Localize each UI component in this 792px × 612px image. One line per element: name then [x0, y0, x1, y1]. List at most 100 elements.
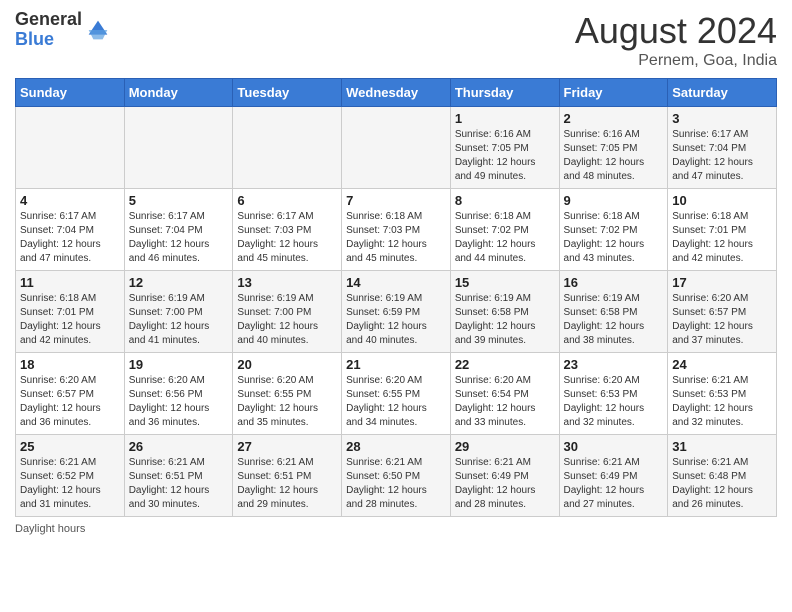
calendar-cell: 27 Sunrise: 6:21 AM Sunset: 6:51 PM Dayli… — [233, 435, 342, 517]
day-number: 30 — [564, 439, 664, 454]
day-number: 15 — [455, 275, 555, 290]
day-number: 29 — [455, 439, 555, 454]
logo: General Blue — [15, 10, 112, 50]
calendar-cell: 26 Sunrise: 6:21 AM Sunset: 6:51 PM Dayli… — [124, 435, 233, 517]
day-info: Sunrise: 6:20 AM Sunset: 6:55 PM Dayligh… — [237, 374, 337, 430]
calendar-cell: 31Sunrise: 6:21 AM Sunset: 6:48 PM Dayli… — [668, 435, 777, 517]
main-title: August 2024 — [575, 10, 777, 52]
subtitle: Pernem, Goa, India — [575, 52, 777, 70]
calendar-cell: 14Sunrise: 6:19 AM Sunset: 6:59 PM Dayli… — [342, 271, 451, 353]
calendar-header-row: SundayMondayTuesdayWednesdayThursdayFrid… — [16, 79, 777, 107]
calendar-cell: 17 Sunrise: 6:20 AM Sunset: 6:57 PM Dayli… — [668, 271, 777, 353]
day-number: 24 — [672, 357, 772, 372]
calendar-cell: 15 Sunrise: 6:19 AM Sunset: 6:58 PM Dayli… — [450, 271, 559, 353]
calendar-week-row: 1Sunrise: 6:16 AM Sunset: 7:05 PM Daylig… — [16, 107, 777, 189]
page-header: General Blue August 2024 Pernem, Goa, In… — [15, 10, 777, 70]
logo-general: General — [15, 10, 82, 30]
calendar-cell: 19 Sunrise: 6:20 AM Sunset: 6:56 PM Dayli… — [124, 353, 233, 435]
day-info: Sunrise: 6:18 AM Sunset: 7:01 PM Dayligh… — [20, 292, 120, 348]
day-info: Sunrise: 6:20 AM Sunset: 6:57 PM Dayligh… — [20, 374, 120, 430]
day-number: 17 — [672, 275, 772, 290]
day-info: Sunrise: 6:18 AM Sunset: 7:02 PM Dayligh… — [564, 210, 664, 266]
logo-blue: Blue — [15, 30, 82, 50]
day-number: 12 — [129, 275, 229, 290]
day-info: Sunrise: 6:18 AM Sunset: 7:03 PM Dayligh… — [346, 210, 446, 266]
daylight-hours-label: Daylight hours — [15, 523, 85, 535]
day-number: 7 — [346, 193, 446, 208]
day-number: 2 — [564, 111, 664, 126]
day-number: 21 — [346, 357, 446, 372]
calendar-day-header: Thursday — [450, 79, 559, 107]
day-number: 3 — [672, 111, 772, 126]
day-info: Sunrise: 6:17 AM Sunset: 7:04 PM Dayligh… — [129, 210, 229, 266]
day-info: Sunrise: 6:21 AM Sunset: 6:52 PM Dayligh… — [20, 456, 120, 512]
calendar-cell: 2Sunrise: 6:16 AM Sunset: 7:05 PM Daylig… — [559, 107, 668, 189]
day-info: Sunrise: 6:20 AM Sunset: 6:57 PM Dayligh… — [672, 292, 772, 348]
calendar-cell: 13 Sunrise: 6:19 AM Sunset: 7:00 PM Dayli… — [233, 271, 342, 353]
calendar-cell: 28 Sunrise: 6:21 AM Sunset: 6:50 PM Dayli… — [342, 435, 451, 517]
day-info: Sunrise: 6:17 AM Sunset: 7:04 PM Dayligh… — [672, 128, 772, 184]
day-number: 16 — [564, 275, 664, 290]
day-info: Sunrise: 6:17 AM Sunset: 7:04 PM Dayligh… — [20, 210, 120, 266]
calendar-day-header: Monday — [124, 79, 233, 107]
day-info: Sunrise: 6:21 AM Sunset: 6:51 PM Dayligh… — [129, 456, 229, 512]
calendar-day-header: Sunday — [16, 79, 125, 107]
day-number: 27 — [237, 439, 337, 454]
day-number: 19 — [129, 357, 229, 372]
logo-icon — [84, 16, 112, 44]
day-info: Sunrise: 6:17 AM Sunset: 7:03 PM Dayligh… — [237, 210, 337, 266]
calendar-cell: 3 Sunrise: 6:17 AM Sunset: 7:04 PM Daylig… — [668, 107, 777, 189]
calendar-cell: 23Sunrise: 6:20 AM Sunset: 6:53 PM Dayli… — [559, 353, 668, 435]
day-info: Sunrise: 6:20 AM Sunset: 6:55 PM Dayligh… — [346, 374, 446, 430]
calendar-cell: 11 Sunrise: 6:18 AM Sunset: 7:01 PM Dayli… — [16, 271, 125, 353]
calendar-week-row: 11 Sunrise: 6:18 AM Sunset: 7:01 PM Dayli… — [16, 271, 777, 353]
day-number: 11 — [20, 275, 120, 290]
calendar-cell: 29Sunrise: 6:21 AM Sunset: 6:49 PM Dayli… — [450, 435, 559, 517]
day-number: 4 — [20, 193, 120, 208]
day-number: 20 — [237, 357, 337, 372]
day-info: Sunrise: 6:18 AM Sunset: 7:01 PM Dayligh… — [672, 210, 772, 266]
calendar-cell: 1Sunrise: 6:16 AM Sunset: 7:05 PM Daylig… — [450, 107, 559, 189]
day-info: Sunrise: 6:21 AM Sunset: 6:49 PM Dayligh… — [564, 456, 664, 512]
day-info: Sunrise: 6:19 AM Sunset: 7:00 PM Dayligh… — [237, 292, 337, 348]
day-number: 25 — [20, 439, 120, 454]
day-info: Sunrise: 6:19 AM Sunset: 6:58 PM Dayligh… — [564, 292, 664, 348]
day-info: Sunrise: 6:20 AM Sunset: 6:56 PM Dayligh… — [129, 374, 229, 430]
day-number: 9 — [564, 193, 664, 208]
day-info: Sunrise: 6:21 AM Sunset: 6:53 PM Dayligh… — [672, 374, 772, 430]
calendar-cell — [342, 107, 451, 189]
calendar-cell: 24 Sunrise: 6:21 AM Sunset: 6:53 PM Dayli… — [668, 353, 777, 435]
day-number: 23 — [564, 357, 664, 372]
calendar-cell: 16 Sunrise: 6:19 AM Sunset: 6:58 PM Dayli… — [559, 271, 668, 353]
day-number: 14 — [346, 275, 446, 290]
day-info: Sunrise: 6:20 AM Sunset: 6:54 PM Dayligh… — [455, 374, 555, 430]
calendar-cell: 6Sunrise: 6:17 AM Sunset: 7:03 PM Daylig… — [233, 189, 342, 271]
calendar-cell: 21 Sunrise: 6:20 AM Sunset: 6:55 PM Dayli… — [342, 353, 451, 435]
calendar-week-row: 4 Sunrise: 6:17 AM Sunset: 7:04 PM Daylig… — [16, 189, 777, 271]
day-info: Sunrise: 6:21 AM Sunset: 6:51 PM Dayligh… — [237, 456, 337, 512]
calendar-day-header: Wednesday — [342, 79, 451, 107]
day-number: 10 — [672, 193, 772, 208]
calendar-cell: 7 Sunrise: 6:18 AM Sunset: 7:03 PM Daylig… — [342, 189, 451, 271]
day-number: 28 — [346, 439, 446, 454]
calendar-cell: 22Sunrise: 6:20 AM Sunset: 6:54 PM Dayli… — [450, 353, 559, 435]
calendar-cell: 12 Sunrise: 6:19 AM Sunset: 7:00 PM Dayli… — [124, 271, 233, 353]
day-number: 26 — [129, 439, 229, 454]
day-info: Sunrise: 6:19 AM Sunset: 6:58 PM Dayligh… — [455, 292, 555, 348]
calendar-day-header: Friday — [559, 79, 668, 107]
calendar-cell — [233, 107, 342, 189]
calendar-cell: 20 Sunrise: 6:20 AM Sunset: 6:55 PM Dayli… — [233, 353, 342, 435]
day-number: 18 — [20, 357, 120, 372]
calendar-cell: 10 Sunrise: 6:18 AM Sunset: 7:01 PM Dayli… — [668, 189, 777, 271]
day-number: 31 — [672, 439, 772, 454]
day-info: Sunrise: 6:16 AM Sunset: 7:05 PM Dayligh… — [455, 128, 555, 184]
calendar-cell: 18 Sunrise: 6:20 AM Sunset: 6:57 PM Dayli… — [16, 353, 125, 435]
day-info: Sunrise: 6:19 AM Sunset: 7:00 PM Dayligh… — [129, 292, 229, 348]
day-number: 5 — [129, 193, 229, 208]
calendar-cell: 8Sunrise: 6:18 AM Sunset: 7:02 PM Daylig… — [450, 189, 559, 271]
calendar-week-row: 18 Sunrise: 6:20 AM Sunset: 6:57 PM Dayli… — [16, 353, 777, 435]
calendar-cell: 30 Sunrise: 6:21 AM Sunset: 6:49 PM Dayli… — [559, 435, 668, 517]
day-info: Sunrise: 6:21 AM Sunset: 6:50 PM Dayligh… — [346, 456, 446, 512]
calendar-cell — [124, 107, 233, 189]
day-number: 13 — [237, 275, 337, 290]
